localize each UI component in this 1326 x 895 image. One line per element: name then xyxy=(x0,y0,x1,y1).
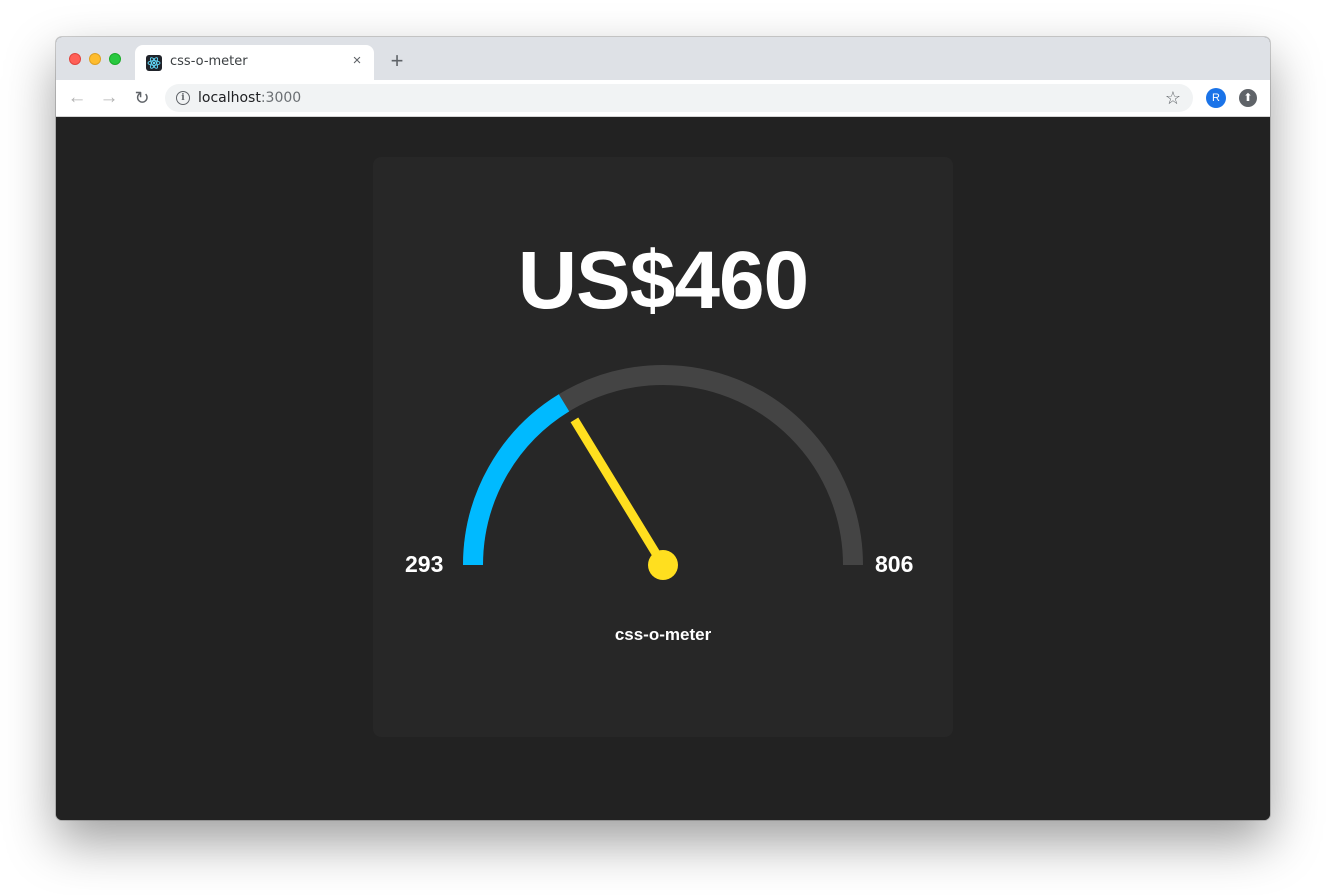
page-viewport: US$460 293 806 css-o-meter xyxy=(56,117,1270,820)
gauge-fill xyxy=(463,394,570,566)
url-text[interactable]: localhost:3000 xyxy=(198,90,301,106)
address-bar[interactable]: i localhost:3000 ☆ xyxy=(165,84,1193,112)
url-host: localhost xyxy=(198,90,261,106)
forward-arrow-icon[interactable]: → xyxy=(97,86,121,110)
tab-close-icon[interactable]: × xyxy=(348,52,366,70)
url-port: :3000 xyxy=(260,90,302,106)
info-icon[interactable]: i xyxy=(176,91,190,105)
react-favicon-icon xyxy=(146,55,162,71)
minimize-window-button[interactable] xyxy=(89,53,101,65)
meter-card: US$460 293 806 css-o-meter xyxy=(373,157,953,737)
extension-upload-icon[interactable]: ⬆ xyxy=(1239,89,1257,107)
gauge-needle xyxy=(570,417,667,568)
gauge xyxy=(463,365,863,580)
gauge-caption: css-o-meter xyxy=(614,625,712,644)
tab-strip: css-o-meter × + xyxy=(56,37,1270,80)
gauge-min-label: 293 xyxy=(405,551,444,577)
gauge-max-label: 806 xyxy=(875,551,914,577)
browser-toolbar: ← → ↻ i localhost:3000 ☆ R ⬆ xyxy=(56,80,1270,117)
back-arrow-icon[interactable]: ← xyxy=(65,86,89,110)
maximize-window-button[interactable] xyxy=(109,53,121,65)
bookmark-star-icon[interactable]: ☆ xyxy=(1161,86,1185,110)
gauge-track xyxy=(463,365,863,566)
reload-icon[interactable]: ↻ xyxy=(130,86,154,110)
profile-avatar[interactable]: R xyxy=(1206,88,1226,108)
close-window-button[interactable] xyxy=(69,53,81,65)
tab-title: css-o-meter xyxy=(170,54,248,69)
new-tab-button[interactable]: + xyxy=(386,50,408,72)
tab-css-o-meter[interactable]: css-o-meter × xyxy=(135,45,374,80)
gauge-needle-hub xyxy=(648,550,678,580)
browser-window: css-o-meter × + ← → ↻ i localhost:3000 ☆… xyxy=(56,37,1270,820)
